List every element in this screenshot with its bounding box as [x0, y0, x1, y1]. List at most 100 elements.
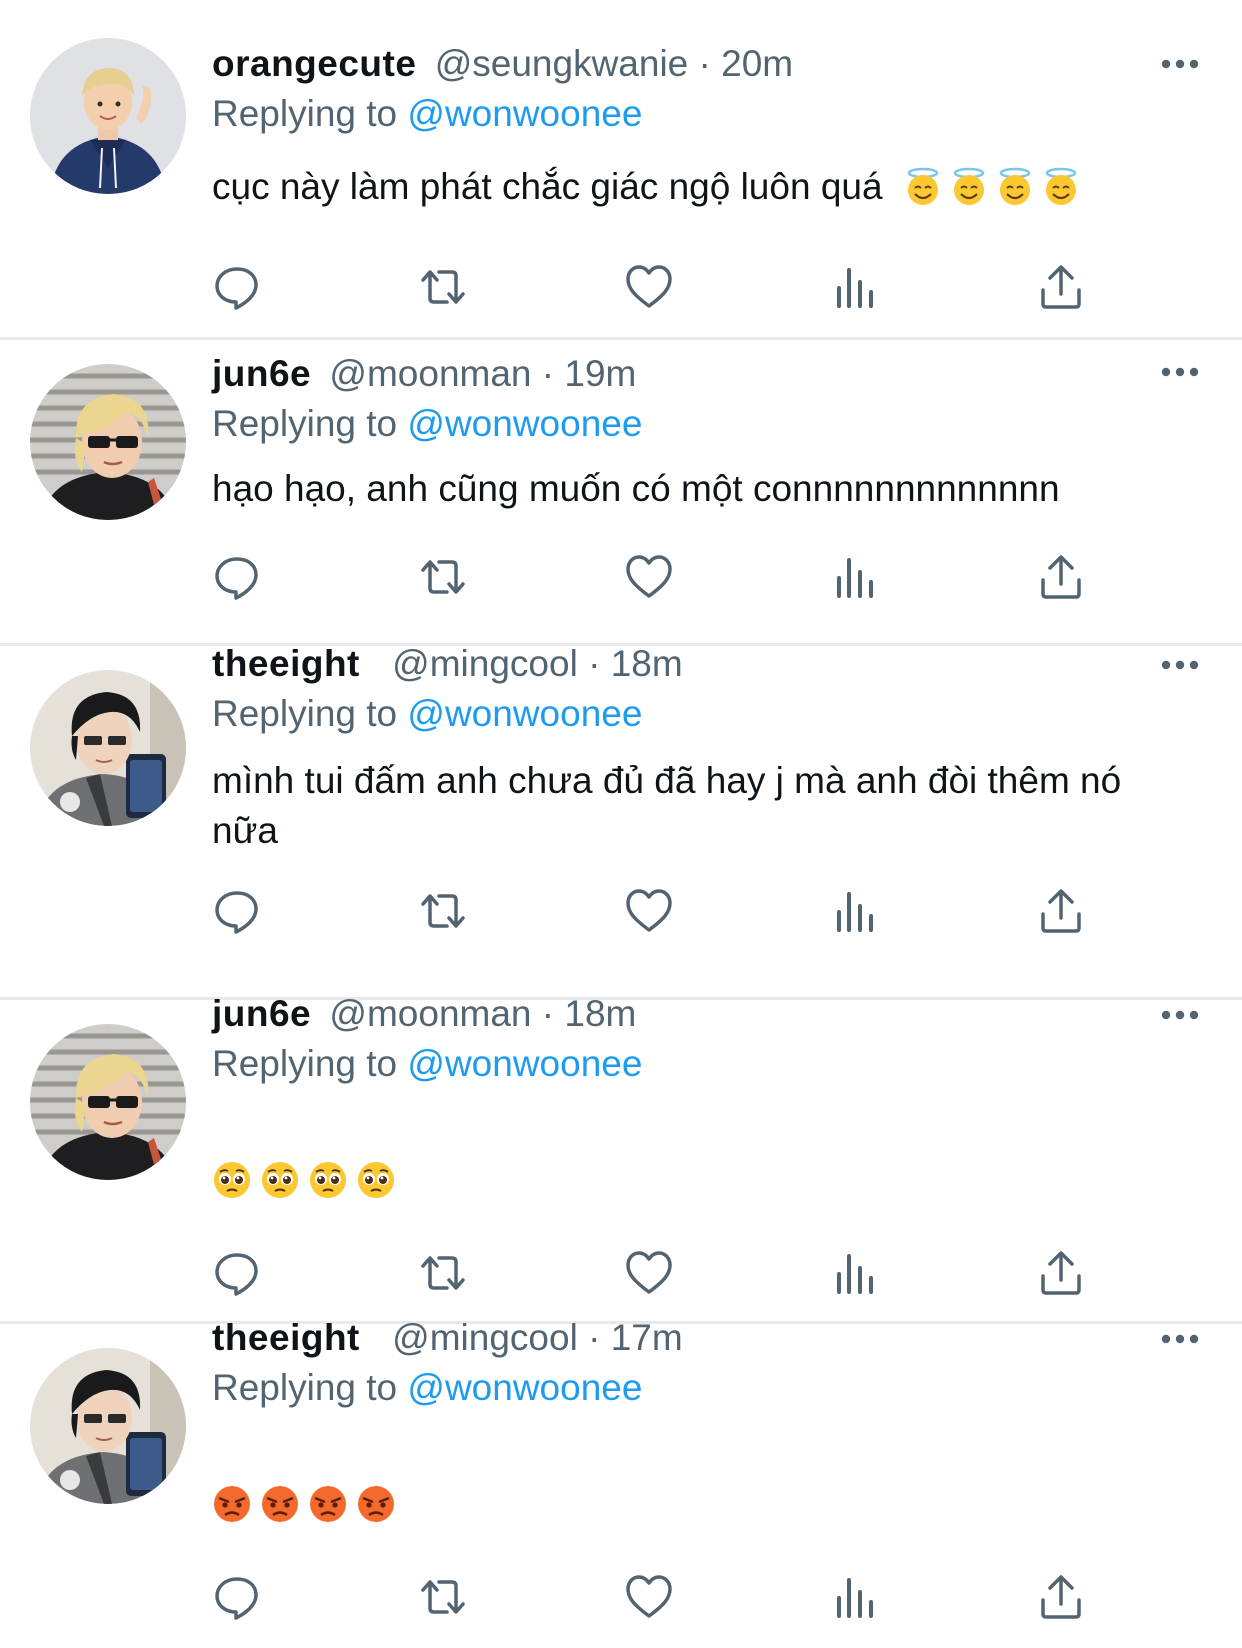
mention-link[interactable]: @wonwoonee: [407, 93, 642, 134]
emoji-group: [903, 167, 1081, 207]
emoji-group: [212, 1160, 396, 1204]
user-handle[interactable]: @moonman: [329, 993, 531, 1034]
reply-button[interactable]: [212, 262, 262, 312]
avatar[interactable]: [30, 38, 186, 194]
more-options-icon[interactable]: [1160, 365, 1200, 379]
tweet-text-content: hạo hạo, anh cũng muốn có một connnnnnnn…: [212, 468, 1060, 509]
replying-to-line: Replying to @wonwoonee: [212, 402, 642, 446]
retweet-button[interactable]: [418, 1572, 468, 1622]
action-bar: [0, 262, 1242, 312]
tweet-text: mình tui đấm anh chưa đủ đã hay j mà anh…: [212, 756, 1192, 856]
like-button[interactable]: [624, 886, 674, 936]
retweet-icon: [421, 560, 465, 594]
user-handle[interactable]: @mingcool: [392, 643, 578, 684]
mention-link[interactable]: @wonwoonee: [407, 1043, 642, 1084]
user-handle[interactable]: @mingcool: [392, 1317, 578, 1358]
views-button[interactable]: [830, 262, 880, 312]
like-button[interactable]: [624, 1248, 674, 1298]
reply-button[interactable]: [212, 1248, 262, 1298]
share-icon: [1041, 1251, 1081, 1295]
share-button[interactable]: [1036, 1248, 1086, 1298]
reply-icon: [215, 557, 258, 600]
display-name[interactable]: theeight: [212, 643, 360, 684]
pleading-face-emoji: [262, 1162, 298, 1198]
retweet-icon: [421, 1256, 465, 1290]
share-button[interactable]: [1036, 886, 1086, 936]
mention-link[interactable]: @wonwoonee: [407, 403, 642, 444]
timestamp[interactable]: 17m: [611, 1317, 683, 1358]
timestamp[interactable]: 18m: [564, 993, 636, 1034]
reply-icon: [215, 1577, 258, 1620]
retweet-icon: [421, 894, 465, 928]
like-button[interactable]: [624, 552, 674, 602]
views-button[interactable]: [830, 552, 880, 602]
action-bar: [0, 1572, 1242, 1622]
views-button[interactable]: [830, 1572, 880, 1622]
reply-button[interactable]: [212, 886, 262, 936]
separator: ·: [541, 993, 555, 1034]
tweet[interactable]: jun6e @moonman · 19m Replying to @wonwoo…: [0, 340, 1242, 643]
pleading-face-emoji: [310, 1162, 346, 1198]
tweet-header: orangecute @seungkwanie · 20m: [212, 42, 793, 86]
mention-link[interactable]: @wonwoonee: [407, 693, 642, 734]
more-options-icon[interactable]: [1160, 1332, 1200, 1346]
timestamp[interactable]: 19m: [564, 353, 636, 394]
avatar[interactable]: [30, 670, 186, 826]
display-name[interactable]: jun6e: [212, 353, 311, 394]
display-name[interactable]: orangecute: [212, 43, 416, 84]
replying-to-line: Replying to @wonwoonee: [212, 692, 642, 736]
timestamp[interactable]: 20m: [721, 43, 793, 84]
separator: ·: [588, 1317, 601, 1358]
replying-to-line: Replying to @wonwoonee: [212, 1042, 642, 1086]
action-bar: [0, 886, 1242, 936]
tweet-header: jun6e @moonman · 18m: [212, 992, 636, 1036]
more-options-icon[interactable]: [1160, 1008, 1200, 1022]
like-button[interactable]: [624, 1572, 674, 1622]
share-icon: [1041, 1575, 1081, 1619]
views-icon: [837, 268, 873, 308]
reply-button[interactable]: [212, 1572, 262, 1622]
mention-link[interactable]: @wonwoonee: [407, 1367, 642, 1408]
avatar[interactable]: [30, 1024, 186, 1180]
avatar[interactable]: [30, 364, 186, 520]
action-bar: [0, 1248, 1242, 1298]
tweet[interactable]: orangecute @seungkwanie · 20m Replying t…: [0, 0, 1242, 322]
blonde-sunglasses-avatar-image: [30, 364, 186, 520]
user-handle[interactable]: @seungkwanie: [435, 43, 689, 84]
views-button[interactable]: [830, 1248, 880, 1298]
share-button[interactable]: [1036, 1572, 1086, 1622]
views-icon: [837, 892, 873, 932]
more-options-icon[interactable]: [1160, 658, 1200, 672]
angry-face-emoji: [358, 1486, 394, 1522]
tweet-header: theeight @mingcool · 17m: [212, 1316, 683, 1360]
tweet-text: hạo hạo, anh cũng muốn có một connnnnnnn…: [212, 464, 1192, 514]
user-handle[interactable]: @moonman: [329, 353, 531, 394]
smiling-halo-emoji: [1045, 167, 1077, 205]
smiling-halo-emoji: [953, 167, 985, 205]
retweet-button[interactable]: [418, 886, 468, 936]
reply-button[interactable]: [212, 552, 262, 602]
share-button[interactable]: [1036, 262, 1086, 312]
more-options-icon[interactable]: [1160, 57, 1200, 71]
timestamp[interactable]: 18m: [611, 643, 683, 684]
display-name[interactable]: jun6e: [212, 993, 311, 1034]
retweet-button[interactable]: [418, 552, 468, 602]
angry-face-emoji: [214, 1486, 250, 1522]
share-button[interactable]: [1036, 552, 1086, 602]
avatar[interactable]: [30, 1348, 186, 1504]
display-name[interactable]: theeight: [212, 1317, 360, 1358]
reply-icon: [215, 891, 258, 934]
views-button[interactable]: [830, 886, 880, 936]
dark-hair-phone-avatar-image: [30, 1348, 186, 1504]
retweet-button[interactable]: [418, 262, 468, 312]
tweet[interactable]: theeight @mingcool · 17m Replying to @wo…: [0, 1317, 1242, 1648]
tweet[interactable]: theeight @mingcool · 18m Replying to @wo…: [0, 643, 1242, 999]
like-button[interactable]: [624, 262, 674, 312]
action-bar: [0, 552, 1242, 602]
replying-to-label: Replying to: [212, 403, 398, 444]
separator: ·: [698, 43, 711, 84]
tweet-text: cục này làm phát chắc giác ngộ luôn quá: [212, 162, 1192, 212]
retweet-button[interactable]: [418, 1248, 468, 1298]
share-icon: [1041, 889, 1081, 933]
tweet[interactable]: jun6e @moonman · 18m Replying to @wonwoo…: [0, 993, 1242, 1323]
